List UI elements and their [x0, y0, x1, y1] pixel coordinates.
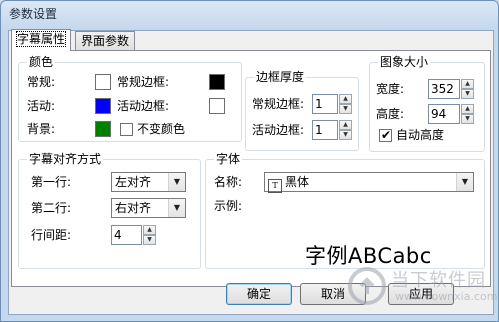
- height-spinner: ▲ ▼: [461, 104, 474, 124]
- active-border-thickness-label: 活动边框:: [252, 123, 305, 137]
- image-size-legend: 图象大小: [378, 55, 431, 69]
- select-value: 黑体: [285, 175, 310, 189]
- active-border-thickness-spinner: ▲ ▼: [339, 120, 352, 140]
- watermark-url: www.downxia.com: [395, 290, 498, 303]
- line-spacing-spinner: ▲ ▼: [143, 225, 156, 245]
- spin-down-icon[interactable]: ▼: [339, 130, 352, 140]
- chevron-down-icon[interactable]: ▼: [456, 173, 473, 191]
- spin-down-icon[interactable]: ▼: [461, 114, 474, 124]
- background-color-swatch[interactable]: [95, 121, 111, 137]
- spin-down-icon[interactable]: ▼: [339, 104, 352, 114]
- active-color-swatch[interactable]: [95, 98, 111, 114]
- tab-interface-params[interactable]: 界面参数: [75, 31, 136, 50]
- tab-label: 界面参数: [81, 34, 130, 48]
- alignment-legend: 字幕对齐方式: [27, 152, 104, 166]
- spin-down-icon[interactable]: ▼: [143, 235, 156, 245]
- spin-down-icon[interactable]: ▼: [461, 89, 474, 99]
- spin-up-icon[interactable]: ▲: [339, 94, 352, 104]
- line-spacing-label: 行间距:: [31, 228, 72, 242]
- fixed-color-checkbox[interactable]: [120, 123, 133, 136]
- normal-border-color-label: 常规边框:: [117, 75, 170, 89]
- spin-up-icon[interactable]: ▲: [339, 120, 352, 130]
- font-name-label: 名称:: [214, 175, 243, 189]
- normal-border-thickness-input[interactable]: 1: [312, 94, 338, 114]
- active-border-color-swatch[interactable]: [209, 98, 225, 114]
- normal-color-swatch[interactable]: [95, 74, 111, 90]
- normal-border-thickness-label: 常规边框:: [252, 97, 305, 111]
- colors-group: 颜色 常规: 常规边框: 活动: 活动边框: 背景: 不变颜色: [18, 55, 242, 142]
- alignment-group: 字幕对齐方式 第一行: 左对齐 ▼ 第二行: 右对齐 ▼ 行间距: 4 ▲ ▼: [18, 152, 201, 269]
- line-spacing-input[interactable]: 4: [111, 225, 142, 245]
- line2-alignment-label: 第二行:: [31, 201, 72, 215]
- line1-alignment-select[interactable]: 左对齐 ▼: [111, 172, 186, 192]
- image-size-group: 图象大小 宽度: 352 ▲ ▼ 高度: 94 ▲ ▼ ✔ 自动高度: [369, 55, 485, 152]
- background-color-label: 背景:: [27, 122, 56, 136]
- font-type-icon: T: [268, 179, 282, 193]
- auto-height-label: 自动高度: [396, 128, 445, 142]
- watermark-logo-icon: [348, 267, 386, 305]
- font-legend: 字体: [214, 152, 243, 166]
- fixed-color-label: 不变颜色: [137, 122, 186, 136]
- tab-subtitle-properties[interactable]: 字幕属性: [11, 29, 72, 51]
- active-border-color-label: 活动边框:: [117, 99, 170, 113]
- select-value: 右对齐: [115, 201, 152, 215]
- check-icon: ✔: [381, 128, 392, 142]
- dialog-client-area: 字幕属性 界面参数 颜色 常规: 常规边框: 活动: 活动边框: 背景: 不变颜…: [8, 29, 497, 315]
- font-sample-label: 示例:: [214, 199, 243, 213]
- spin-up-icon[interactable]: ▲: [461, 104, 474, 114]
- active-color-label: 活动:: [27, 99, 56, 113]
- line2-alignment-select[interactable]: 右对齐 ▼: [111, 198, 186, 218]
- select-value: 左对齐: [115, 175, 152, 189]
- normal-border-color-swatch[interactable]: [209, 74, 225, 90]
- spin-up-icon[interactable]: ▲: [461, 79, 474, 89]
- font-name-select[interactable]: T 黑体 ▼: [264, 172, 474, 193]
- width-label: 宽度:: [376, 82, 405, 96]
- width-input[interactable]: 352: [428, 79, 460, 99]
- tab-label: 字幕属性: [15, 31, 67, 47]
- normal-border-thickness-spinner: ▲ ▼: [339, 94, 352, 114]
- normal-color-label: 常规:: [27, 75, 56, 89]
- width-spinner: ▲ ▼: [461, 79, 474, 99]
- active-border-thickness-input[interactable]: 1: [312, 120, 338, 140]
- spin-up-icon[interactable]: ▲: [143, 225, 156, 235]
- line1-alignment-label: 第一行:: [31, 175, 72, 189]
- ok-button[interactable]: 确定: [226, 283, 292, 305]
- watermark: 当下软件园 www.downxia.com: [345, 264, 497, 310]
- height-input[interactable]: 94: [428, 104, 460, 124]
- chevron-down-icon[interactable]: ▼: [168, 199, 185, 217]
- height-label: 高度:: [376, 107, 405, 121]
- dialog-window: 参数设置 字幕属性 界面参数 颜色 常规: 常规边框: 活动: 活动边框: 背景…: [0, 0, 499, 322]
- watermark-text: 当下软件园: [391, 270, 486, 291]
- auto-height-checkbox[interactable]: ✔: [379, 128, 392, 142]
- window-title: 参数设置: [9, 7, 58, 21]
- chevron-down-icon[interactable]: ▼: [168, 173, 185, 191]
- colors-legend: 颜色: [27, 55, 56, 69]
- border-thickness-legend: 边框厚度: [254, 70, 307, 84]
- border-thickness-group: 边框厚度 常规边框: 1 ▲ ▼ 活动边框: 1 ▲ ▼: [245, 70, 359, 151]
